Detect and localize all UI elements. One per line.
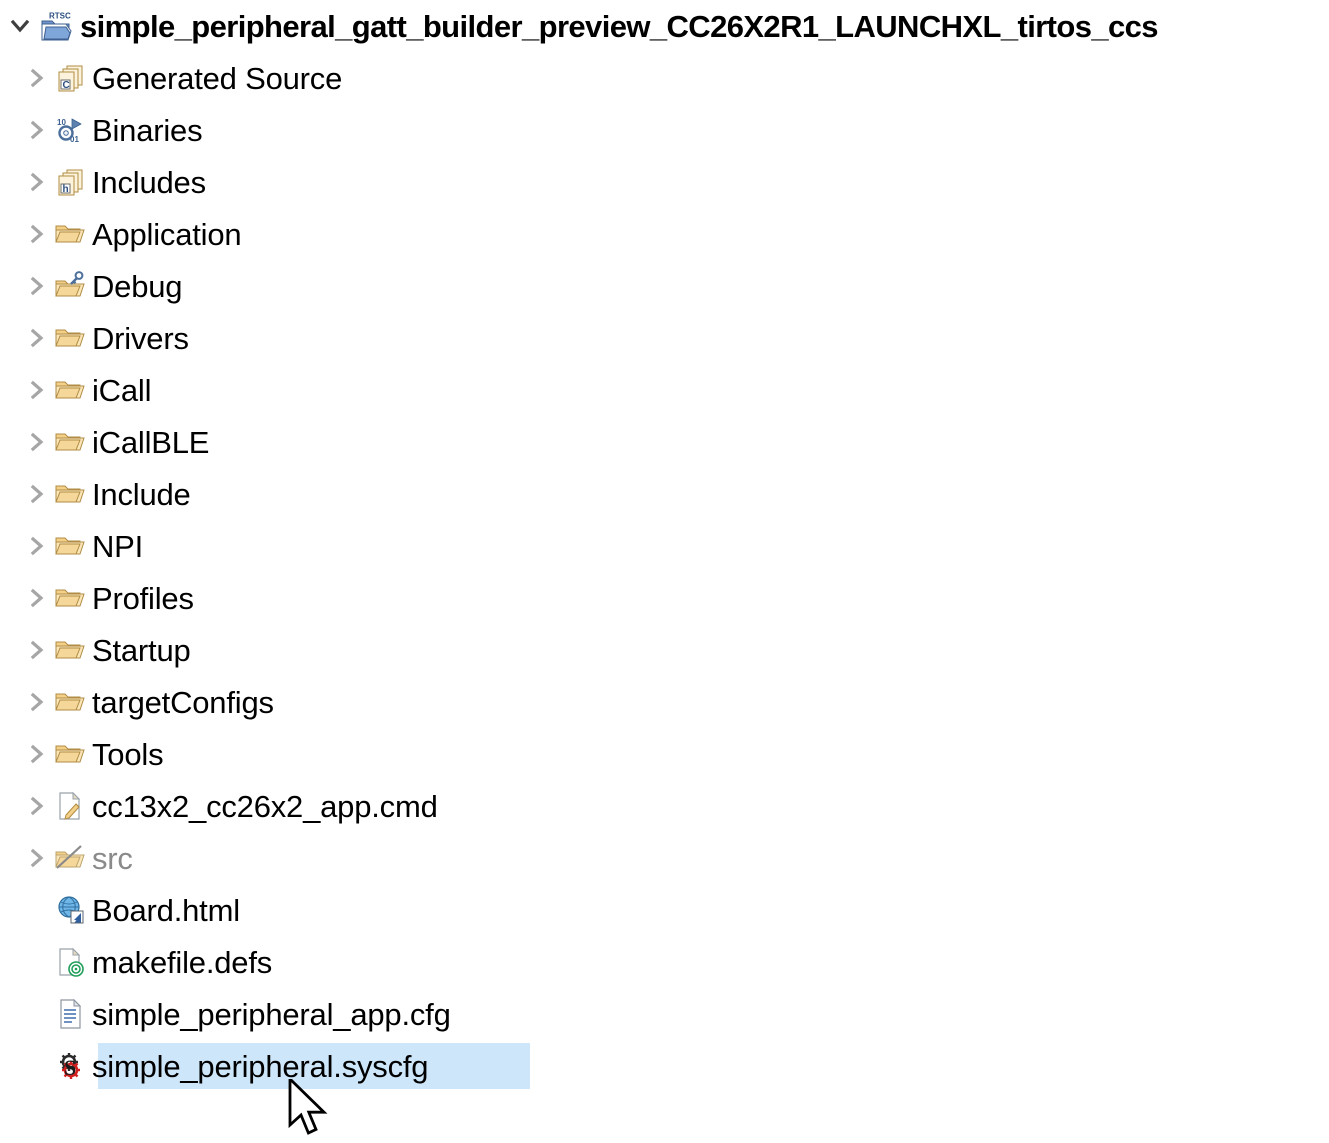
folder-icon (54, 572, 92, 624)
chevron-right-icon[interactable] (20, 468, 54, 520)
tree-row-label: targetConfigs (92, 684, 274, 720)
folder-build-icon (54, 260, 92, 312)
tree-row[interactable]: Startup (0, 624, 1329, 676)
folder-icon (54, 728, 92, 780)
tree-row-project-root[interactable]: RTSC simple_peripheral_gatt_builder_previ… (0, 0, 1329, 52)
tree-row[interactable]: Debug (0, 260, 1329, 312)
tree-row-label: iCall (92, 372, 152, 408)
tree-row-label: cc13x2_cc26x2_app.cmd (92, 788, 438, 824)
chevron-right-icon[interactable] (20, 780, 54, 832)
chevron-right-icon[interactable] (20, 728, 54, 780)
chevron-right-icon[interactable] (20, 572, 54, 624)
tree-row[interactable]: makefile.defs (0, 936, 1329, 988)
chevron-right-icon[interactable] (20, 52, 54, 104)
svg-text:h: h (63, 184, 69, 195)
cmd-file-icon (54, 780, 92, 832)
tree-row[interactable]: h Includes (0, 156, 1329, 208)
tree-row-label: Profiles (92, 580, 194, 616)
tree-row[interactable]: iCall (0, 364, 1329, 416)
tree-row[interactable]: Drivers (0, 312, 1329, 364)
tree-row-label: iCallBLE (92, 424, 210, 460)
tree-row[interactable]: C Generated Source (0, 52, 1329, 104)
tree-row[interactable]: src (0, 832, 1329, 884)
tree-row-label: Generated Source (92, 60, 343, 96)
chevron-right-icon[interactable] (20, 676, 54, 728)
tree-row[interactable]: targetConfigs (0, 676, 1329, 728)
chevron-right-icon[interactable] (20, 832, 54, 884)
folder-icon (54, 468, 92, 520)
tree-row-label: Debug (92, 268, 183, 304)
tree-row-label: src (92, 840, 133, 876)
folder-excluded-icon (54, 832, 92, 884)
folder-icon (54, 208, 92, 260)
rtsc-project-folder-icon: RTSC (40, 0, 80, 52)
tree-row-label: NPI (92, 528, 144, 564)
project-explorer-tree[interactable]: RTSC simple_peripheral_gatt_builder_previ… (0, 0, 1329, 1092)
syscfg-file-icon: S (54, 1040, 92, 1092)
tree-row[interactable]: iCallBLE (0, 416, 1329, 468)
chevron-right-icon[interactable] (20, 364, 54, 416)
binaries-icon: 10 01 (54, 104, 92, 156)
chevron-right-icon[interactable] (20, 156, 54, 208)
tree-row[interactable]: Tools (0, 728, 1329, 780)
includes-icon: h (54, 156, 92, 208)
tree-row[interactable]: Profiles (0, 572, 1329, 624)
chevron-right-icon[interactable] (20, 104, 54, 156)
tree-row-label: Application (92, 216, 242, 252)
tree-row-label: Include (92, 476, 191, 512)
tree-row-label: Binaries (92, 112, 203, 148)
chevron-right-icon[interactable] (20, 520, 54, 572)
tree-row-label: Tools (92, 736, 164, 772)
tree-row-label: makefile.defs (92, 944, 273, 980)
folder-icon (54, 416, 92, 468)
tree-row-label: simple_peripheral_gatt_builder_preview_C… (80, 8, 1159, 44)
tree-row[interactable]: simple_peripheral_app.cfg (0, 988, 1329, 1040)
chevron-right-icon[interactable] (20, 624, 54, 676)
tree-row[interactable]: 10 01 Binaries (0, 104, 1329, 156)
chevron-down-icon[interactable] (0, 0, 40, 52)
tree-row[interactable]: Ssimple_peripheral.syscfg (0, 1040, 1329, 1092)
tree-row-label: Includes (92, 164, 206, 200)
chevron-right-icon[interactable] (20, 260, 54, 312)
tree-row[interactable]: NPI (0, 520, 1329, 572)
chevron-right-icon[interactable] (20, 416, 54, 468)
tree-row-label: Board.html (92, 892, 240, 928)
html-file-icon (54, 884, 92, 936)
chevron-right-icon[interactable] (20, 312, 54, 364)
folder-icon (54, 364, 92, 416)
tree-row-label: Drivers (92, 320, 189, 356)
tree-row-label: Startup (92, 632, 191, 668)
chevron-right-icon[interactable] (20, 208, 54, 260)
makefile-icon (54, 936, 92, 988)
generated-source-icon: C (54, 52, 92, 104)
svg-text:C: C (63, 80, 70, 91)
folder-icon (54, 676, 92, 728)
tree-row[interactable]: Board.html (0, 884, 1329, 936)
tree-row[interactable]: Application (0, 208, 1329, 260)
svg-text:S: S (64, 1055, 76, 1080)
tree-row-label: simple_peripheral_app.cfg (92, 996, 451, 1032)
tree-row-label: simple_peripheral.syscfg (92, 1048, 429, 1084)
cfg-file-icon (54, 988, 92, 1040)
folder-icon (54, 520, 92, 572)
tree-row[interactable]: cc13x2_cc26x2_app.cmd (0, 780, 1329, 832)
folder-icon (54, 312, 92, 364)
folder-icon (54, 624, 92, 676)
svg-text:RTSC: RTSC (49, 12, 71, 21)
tree-row[interactable]: Include (0, 468, 1329, 520)
